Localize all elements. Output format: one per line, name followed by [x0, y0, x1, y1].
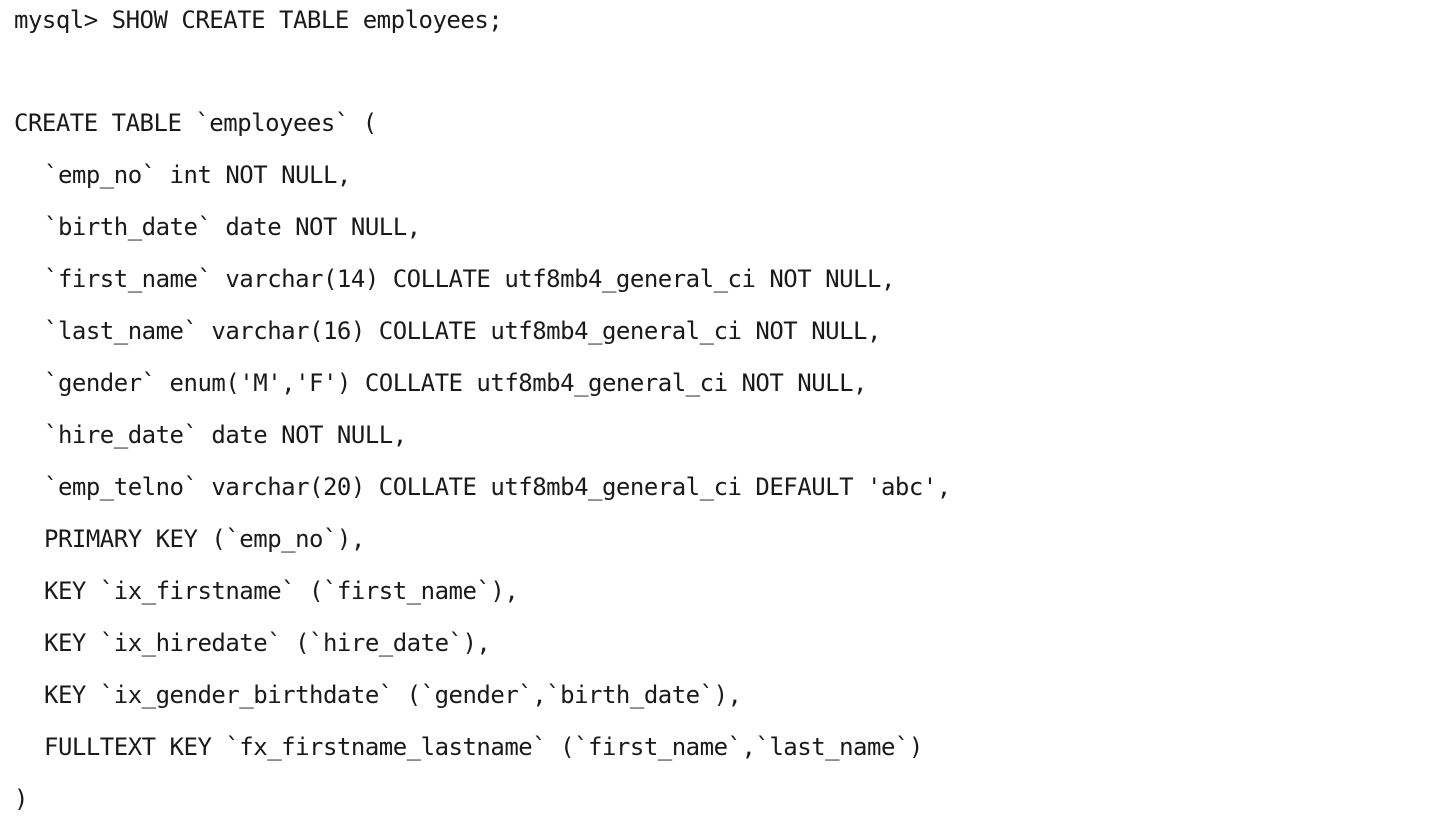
create-table-close-line: ) — [14, 785, 28, 813]
key-definition-line: KEY `ix_gender_birthdate` (`gender`,`bir… — [44, 681, 742, 709]
column-definition-line: `birth_date` date NOT NULL, — [44, 213, 421, 241]
column-definition-line: `hire_date` date NOT NULL, — [44, 421, 407, 449]
column-definition-line: `emp_no` int NOT NULL, — [44, 161, 351, 189]
key-definition-line: PRIMARY KEY (`emp_no`), — [44, 525, 365, 553]
prompt-command-line: mysql> SHOW CREATE TABLE employees; — [14, 6, 503, 34]
column-definition-line: `emp_telno` varchar(20) COLLATE utf8mb4_… — [44, 473, 951, 501]
key-definition-line: KEY `ix_firstname` (`first_name`), — [44, 577, 519, 605]
column-definition-line: `last_name` varchar(16) COLLATE utf8mb4_… — [44, 317, 881, 345]
column-definition-line: `first_name` varchar(14) COLLATE utf8mb4… — [44, 265, 895, 293]
terminal-output: mysql> SHOW CREATE TABLE employees; CREA… — [0, 0, 1430, 820]
create-table-open-line: CREATE TABLE `employees` ( — [14, 109, 377, 137]
column-definition-line: `gender` enum('M','F') COLLATE utf8mb4_g… — [44, 369, 868, 397]
key-definition-line: FULLTEXT KEY `fx_firstname_lastname` (`f… — [44, 733, 923, 761]
key-definition-line: KEY `ix_hiredate` (`hire_date`), — [44, 629, 491, 657]
